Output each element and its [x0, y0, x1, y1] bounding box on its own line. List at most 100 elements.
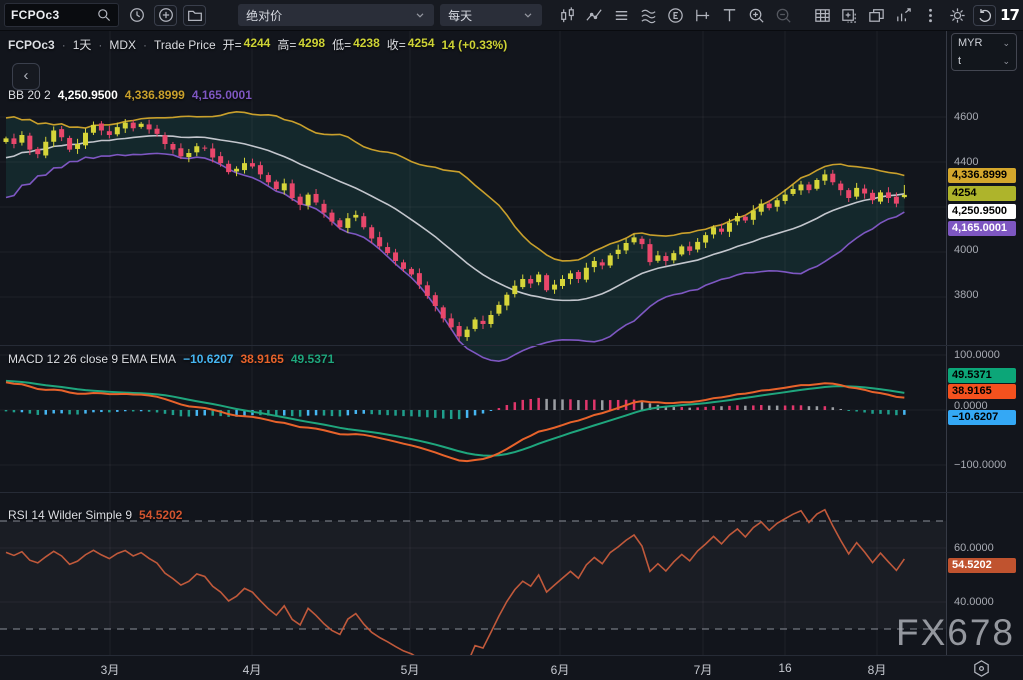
- bb-lower-value: 4,165.0001: [192, 88, 252, 102]
- zoom-in-icon: [747, 6, 766, 25]
- bb-legend: BB 20 2 4,250.9500 4,336.8999 4,165.0001: [8, 88, 252, 102]
- axis-tick: −100.0000: [954, 459, 1006, 471]
- symbol-search-value: FCPOc3: [11, 8, 92, 22]
- macd-signal-value: 49.5371: [291, 352, 334, 366]
- screenshot-button[interactable]: [838, 4, 861, 27]
- time-history-button[interactable]: [125, 4, 148, 27]
- rsi-value: 54.5202: [139, 508, 182, 522]
- last-value-label: 4,336.8999: [948, 168, 1016, 183]
- settings-gear-icon: [948, 6, 967, 25]
- price-mode-value: 绝对价: [246, 7, 282, 24]
- templates-icon: [639, 6, 658, 25]
- economy-button[interactable]: [664, 4, 687, 27]
- time-axis-label: 5月: [401, 661, 420, 678]
- last-value-label: 49.5371: [948, 368, 1016, 383]
- toolbar-icon-strip: 17: [556, 4, 1019, 27]
- time-axis-label: 3月: [101, 661, 120, 678]
- folder-button[interactable]: [183, 5, 206, 26]
- clock-icon: [128, 6, 146, 24]
- pane-divider-rsi[interactable]: [0, 492, 1023, 493]
- macd-line-value: 38.9165: [240, 352, 283, 366]
- alert-button[interactable]: [691, 4, 714, 27]
- watermark: FX678: [896, 612, 1015, 654]
- undo-button[interactable]: [973, 5, 996, 26]
- undo-icon: [976, 6, 994, 24]
- compare-button[interactable]: [610, 4, 633, 27]
- indicators-button[interactable]: [583, 4, 606, 27]
- axis-tick: 4400: [954, 156, 978, 168]
- charting-app: { "toolbar": { "symbol": "FCPOc3", "pric…: [0, 0, 1023, 680]
- symbol-search[interactable]: FCPOc3: [4, 3, 119, 27]
- legend-close: 收=4254: [387, 36, 435, 53]
- windows-button[interactable]: [865, 4, 888, 27]
- more-icon: [921, 6, 940, 25]
- last-value-label: 4254: [948, 186, 1016, 201]
- text-icon: [720, 6, 739, 25]
- last-value-label: −10.6207: [948, 410, 1016, 425]
- currency-value: MYR: [958, 37, 982, 49]
- time-axis[interactable]: 3月4月5月6月7月168月: [0, 655, 1023, 680]
- last-value-label: 4,250.9500: [948, 204, 1016, 219]
- indicators-icon: [585, 6, 604, 25]
- symbol-info-legend: FCPOc3 · 1天 · MDX · Trade Price 开=4244 高…: [8, 36, 507, 53]
- axis-tick: 3800: [954, 289, 978, 301]
- zoom-in-button[interactable]: [745, 4, 768, 27]
- interval-value: 每天: [448, 7, 472, 24]
- bb-legend-title[interactable]: BB 20 2: [8, 88, 51, 102]
- time-axis-label: 8月: [868, 661, 887, 678]
- plus-circle-icon: [157, 6, 175, 24]
- rsi-legend: RSI 14 Wilder Simple 9 54.5202: [8, 508, 182, 522]
- price-axis[interactable]: MYR⌄ t⌄ 46004400400038004,336.899942544,…: [947, 30, 1023, 655]
- time-axis-label: 6月: [551, 661, 570, 678]
- table-button[interactable]: [811, 4, 834, 27]
- chevron-down-icon: [522, 9, 534, 21]
- scroll-left-button[interactable]: ‹: [12, 63, 40, 90]
- axis-tick: 40.0000: [954, 596, 994, 608]
- legend-timeframe[interactable]: 1天: [73, 36, 92, 53]
- settings-button[interactable]: [946, 4, 969, 27]
- stats-button[interactable]: [892, 4, 915, 27]
- legend-exchange: MDX: [109, 38, 136, 52]
- text-button[interactable]: [718, 4, 741, 27]
- currency-dropdown[interactable]: MYR⌄: [952, 34, 1016, 52]
- interval-dropdown[interactable]: 每天: [440, 4, 542, 26]
- macd-legend-title[interactable]: MACD 12 26 close 9 EMA EMA: [8, 352, 176, 366]
- legend-open: 开=4244: [223, 36, 271, 53]
- pane-divider-macd[interactable]: [0, 345, 1023, 346]
- rsi-legend-title[interactable]: RSI 14 Wilder Simple 9: [8, 508, 132, 522]
- scale-settings-box: MYR⌄ t⌄: [951, 33, 1017, 71]
- add-symbol-button[interactable]: [154, 5, 177, 26]
- zoom-out-icon: [774, 6, 793, 25]
- macd-hist-value: −10.6207: [183, 352, 233, 366]
- axis-tick: 100.0000: [954, 349, 1000, 361]
- unit-dropdown[interactable]: t⌄: [952, 52, 1016, 70]
- time-axis-label: 16: [778, 661, 791, 675]
- axis-tick: 60.0000: [954, 542, 994, 554]
- last-value-label: 54.5202: [948, 558, 1016, 573]
- tradingview-logo[interactable]: 17: [1000, 6, 1019, 24]
- hexagon-gear-icon[interactable]: [971, 658, 992, 679]
- time-axis-label: 7月: [694, 661, 713, 678]
- price-mode-dropdown[interactable]: 绝对价: [238, 4, 434, 26]
- legend-series-type: Trade Price: [154, 38, 216, 52]
- chart-style-button[interactable]: [556, 4, 579, 27]
- top-toolbar: FCPOc3 绝对价 每天 17: [0, 0, 1023, 31]
- screenshot-icon: [840, 6, 859, 25]
- legend-high: 高=4298: [277, 36, 325, 53]
- table-icon: [813, 6, 832, 25]
- candlestick-icon: [558, 6, 577, 25]
- windows-icon: [867, 6, 886, 25]
- last-value-label: 4,165.0001: [948, 221, 1016, 236]
- search-icon: [96, 7, 112, 23]
- stats-icon: [894, 6, 913, 25]
- bb-upper-value: 4,336.8999: [125, 88, 185, 102]
- more-button[interactable]: [919, 4, 942, 27]
- axis-tick: 4000: [954, 244, 978, 256]
- zoom-out-button[interactable]: [772, 4, 795, 27]
- templates-button[interactable]: [637, 4, 660, 27]
- bb-basis-value: 4,250.9500: [58, 88, 118, 102]
- legend-symbol[interactable]: FCPOc3: [8, 38, 55, 52]
- price-chart-canvas[interactable]: [0, 30, 946, 655]
- compare-icon: [612, 6, 631, 25]
- economy-icon: [666, 6, 685, 25]
